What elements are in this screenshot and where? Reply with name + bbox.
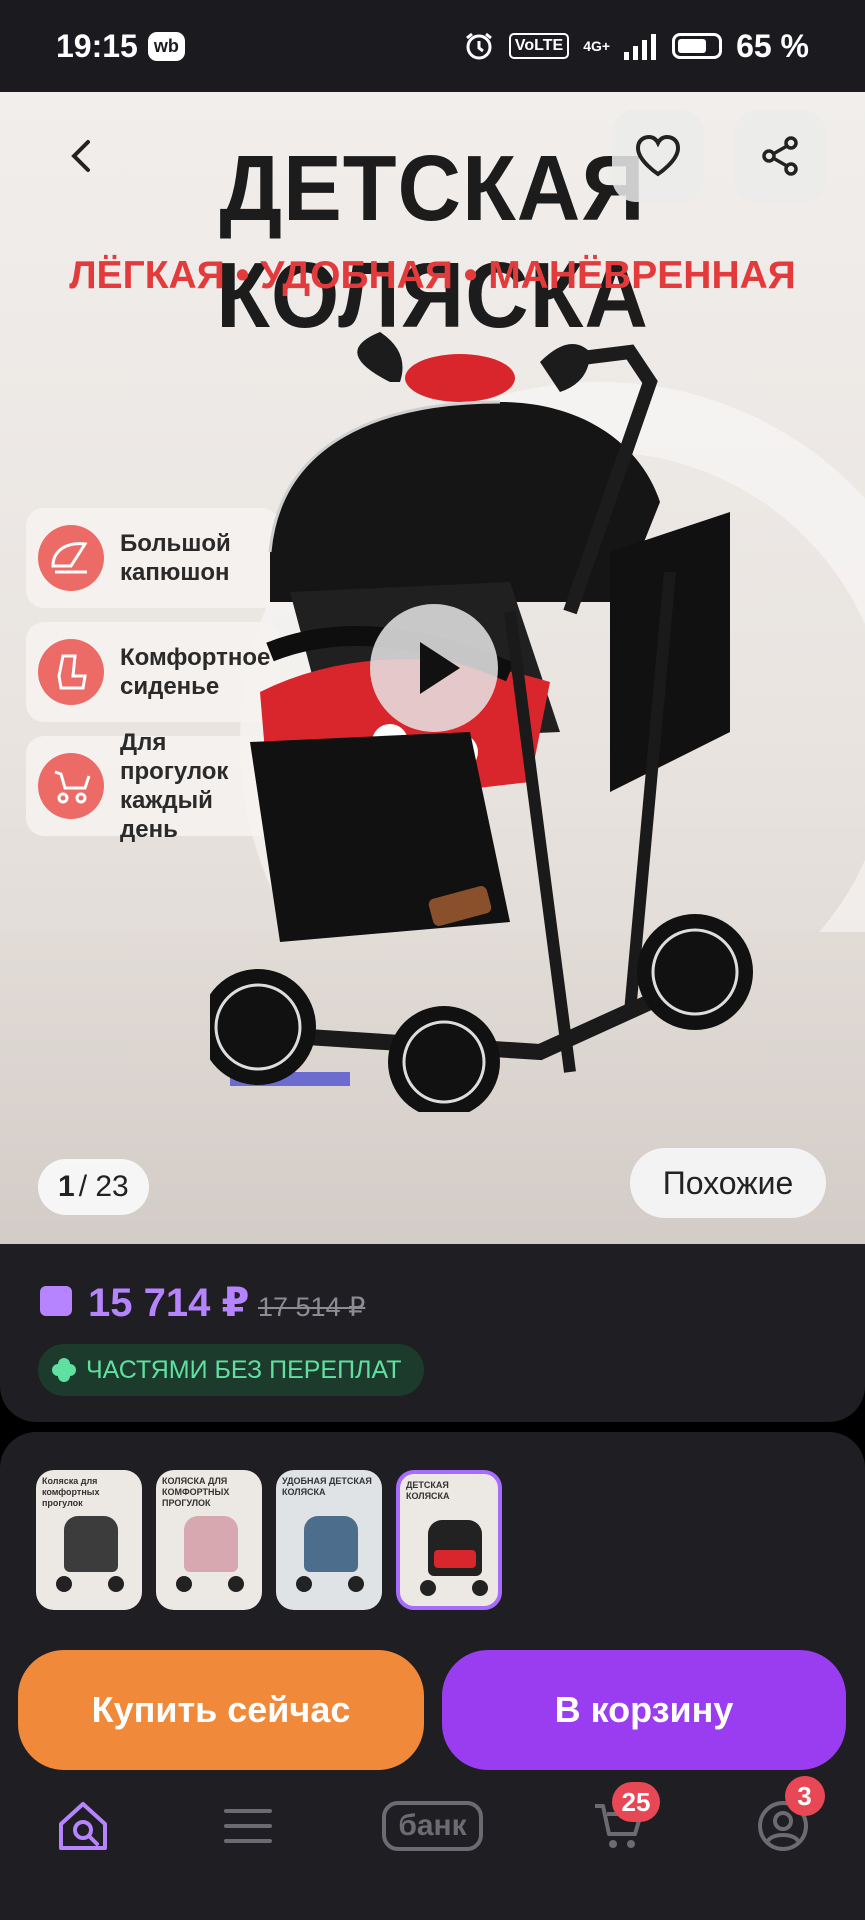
hero-subtitle: ЛЁГКАЯ • УДОБНАЯ • МАНЁВРЕННАЯ — [69, 254, 796, 297]
thumbnail-caption: Коляска для комфортных прогулок — [42, 1476, 100, 1508]
clover-icon — [52, 1358, 76, 1382]
play-video-button[interactable] — [370, 604, 498, 732]
heart-icon — [635, 134, 681, 177]
nav-bank[interactable]: банк — [373, 1786, 493, 1866]
seat-icon — [38, 639, 104, 705]
thumbnail-caption: КОЛЯСКА ДЛЯ КОМФОРТНЫХ ПРОГУЛОК — [162, 1476, 230, 1508]
profile-notification-badge: 3 — [784, 1776, 825, 1816]
home-search-icon — [58, 1802, 107, 1850]
buy-now-button[interactable]: Купить сейчас — [18, 1650, 424, 1770]
alarm-icon — [465, 32, 492, 60]
action-bar: Купить сейчас В корзину — [0, 1622, 865, 1772]
favorite-button[interactable] — [612, 110, 704, 202]
counter-current: 1 — [58, 1170, 75, 1203]
wallet-icon — [40, 1286, 72, 1316]
product-image-carousel[interactable]: ДЕТСКАЯ КОЛЯСКА ЛЁГКАЯ • УДОБНАЯ • МАНЁВ… — [0, 92, 865, 1244]
current-price: 15 714 ₽ — [88, 1281, 250, 1325]
installments-label: ЧАСТЯМИ БЕЗ ПЕРЕПЛАТ — [86, 1355, 402, 1384]
bank-label: банк — [382, 1801, 483, 1851]
battery-icon — [672, 33, 723, 59]
status-bar: 19:15 wb VoLTE 4G+ 65 % — [0, 0, 865, 92]
add-to-cart-button[interactable]: В корзину — [442, 1650, 846, 1770]
menu-icon — [223, 1809, 272, 1843]
back-button[interactable] — [36, 110, 128, 202]
color-variants: Коляска для комфортных прогулок КОЛЯСКА … — [0, 1432, 865, 1622]
bottom-nav: банк 25 3 — [0, 1772, 865, 1920]
old-price: 17 514 ₽ — [258, 1292, 366, 1322]
nav-catalog[interactable] — [208, 1786, 288, 1866]
stroller-icon — [38, 753, 104, 819]
network-type: 4G+ — [583, 38, 611, 54]
cart-count-badge: 25 — [611, 1782, 661, 1822]
image-counter: 1 / 23 — [38, 1159, 149, 1215]
counter-total: / 23 — [78, 1170, 129, 1203]
variant-thumbnail-selected[interactable]: ДЕТСКАЯ КОЛЯСКА — [396, 1470, 502, 1610]
play-icon — [420, 642, 460, 694]
thumbnail-caption: ДЕТСКАЯ КОЛЯСКА — [406, 1480, 450, 1501]
installments-badge[interactable]: ЧАСТЯМИ БЕЗ ПЕРЕПЛАТ — [38, 1344, 424, 1396]
volte-icon: VoLTE — [508, 33, 570, 59]
wb-app-badge: wb — [147, 31, 185, 61]
signal-icon — [624, 34, 657, 60]
chevron-left-icon — [71, 140, 90, 172]
variant-thumbnail[interactable]: УДОБНАЯ ДЕТСКАЯ КОЛЯСКА — [276, 1470, 382, 1610]
share-button[interactable] — [734, 110, 826, 202]
share-icon — [762, 136, 798, 176]
status-indicators: VoLTE 4G+ 65 % — [463, 28, 809, 65]
thumbnail-caption: УДОБНАЯ ДЕТСКАЯ КОЛЯСКА — [282, 1476, 372, 1497]
nav-home-search[interactable] — [43, 1786, 123, 1866]
hood-icon — [38, 525, 104, 591]
variant-thumbnail[interactable]: КОЛЯСКА ДЛЯ КОМФОРТНЫХ ПРОГУЛОК — [156, 1470, 262, 1610]
variant-thumbnail[interactable]: Коляска для комфортных прогулок — [36, 1470, 142, 1610]
price-card: 15 714 ₽ 17 514 ₽ ЧАСТЯМИ БЕЗ ПЕРЕПЛАТ — [0, 1244, 865, 1422]
status-time: 19:15 — [56, 27, 138, 64]
battery-percent: 65 % — [736, 27, 809, 64]
nav-cart[interactable]: 25 — [578, 1782, 661, 1866]
nav-profile[interactable]: 3 — [743, 1776, 825, 1866]
similar-button[interactable]: Похожие — [630, 1148, 826, 1218]
